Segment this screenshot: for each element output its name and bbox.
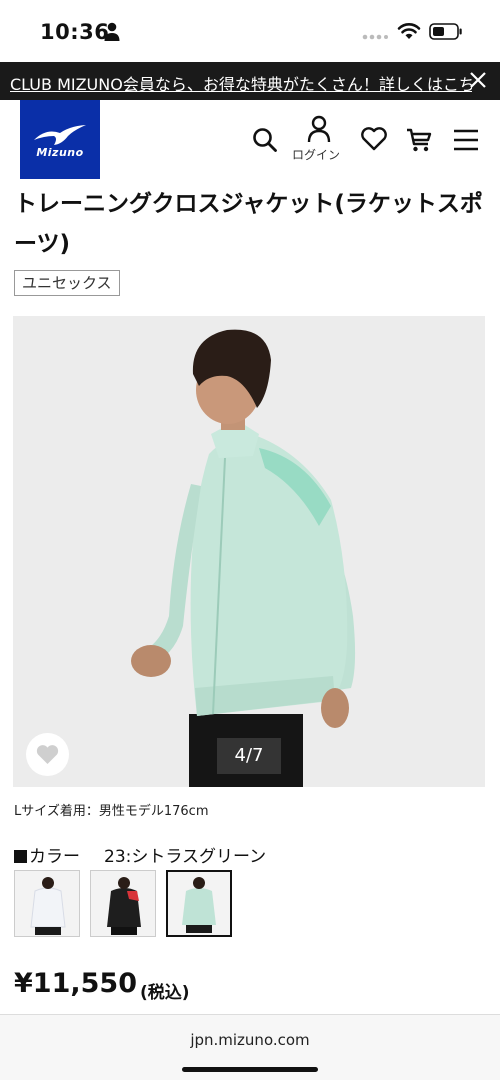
color-label: カラー bbox=[29, 847, 80, 867]
menu-icon[interactable] bbox=[453, 129, 479, 151]
url-text[interactable]: jpn.mizuno.com bbox=[0, 1031, 500, 1049]
image-counter: 4/7 bbox=[217, 738, 281, 774]
browser-address-bar[interactable]: jpn.mizuno.com bbox=[0, 1014, 500, 1080]
person-icon bbox=[104, 22, 120, 41]
gender-tag: ユニセックス bbox=[14, 270, 120, 296]
cart-icon[interactable] bbox=[405, 126, 433, 154]
color-swatch-green[interactable] bbox=[166, 870, 232, 937]
search-icon[interactable] bbox=[252, 127, 278, 153]
battery-icon bbox=[429, 23, 462, 40]
price-tax-label: (税込) bbox=[140, 983, 190, 1003]
site-header: Mizuno ログイン bbox=[0, 100, 500, 182]
price: ¥11,550 bbox=[14, 968, 137, 999]
wifi-icon bbox=[397, 23, 421, 39]
home-indicator bbox=[182, 1067, 318, 1072]
signal-icon bbox=[362, 34, 388, 40]
login-label[interactable]: ログイン bbox=[292, 146, 340, 163]
account-icon[interactable] bbox=[306, 115, 332, 145]
swatch-thumbnail bbox=[168, 872, 230, 935]
swatch-thumbnail bbox=[15, 871, 79, 936]
announcement-bar[interactable]: CLUB MIZUNO会員なら、お得な特典がたくさん！詳しくはこちら bbox=[0, 62, 500, 100]
selected-color-name: 23:シトラスグリーン bbox=[104, 847, 267, 867]
product-title: トレーニングクロスジャケット(ラケットスポーツ) bbox=[14, 191, 483, 257]
square-bullet-icon bbox=[14, 850, 27, 863]
heart-icon[interactable] bbox=[360, 126, 388, 152]
favorite-button[interactable] bbox=[26, 733, 69, 776]
product-photo bbox=[13, 316, 485, 787]
logo-wordmark: Mizuno bbox=[36, 146, 84, 159]
status-time: 10:36 bbox=[40, 20, 110, 44]
runbird-icon bbox=[34, 125, 86, 145]
announcement-link[interactable]: CLUB MIZUNO会員なら、お得な特典がたくさん！詳しくはこちら bbox=[10, 71, 472, 95]
swatch-thumbnail bbox=[91, 871, 155, 936]
color-row: カラー 23:シトラスグリーン bbox=[14, 842, 266, 867]
mizuno-logo[interactable]: Mizuno bbox=[20, 100, 100, 179]
product-image[interactable] bbox=[13, 316, 485, 787]
color-swatch-black[interactable] bbox=[90, 870, 156, 937]
model-size-note: Lサイズ着用：男性モデル176cm bbox=[14, 804, 209, 819]
close-icon[interactable] bbox=[468, 70, 488, 90]
status-bar: 10:36 bbox=[0, 0, 500, 62]
heart-icon bbox=[36, 745, 59, 764]
color-swatch-white[interactable] bbox=[14, 870, 80, 937]
